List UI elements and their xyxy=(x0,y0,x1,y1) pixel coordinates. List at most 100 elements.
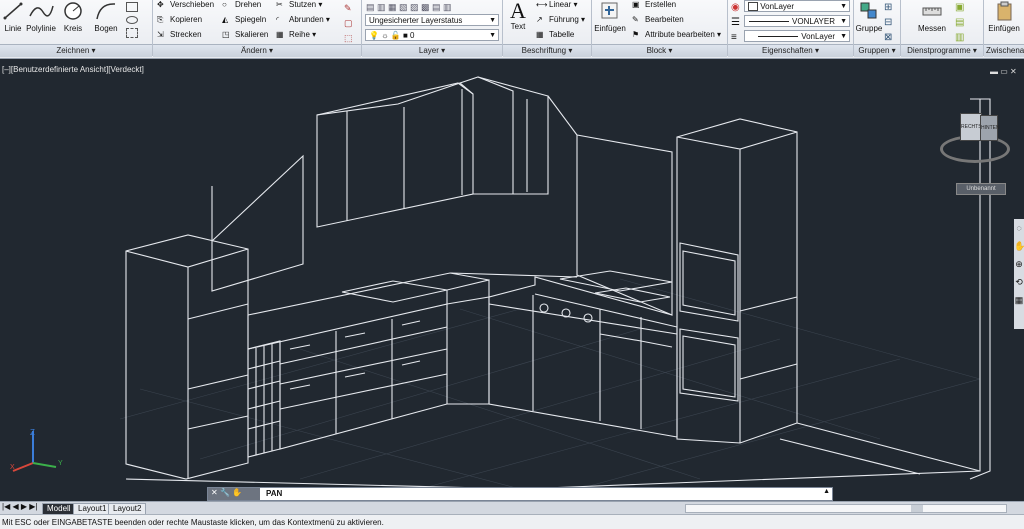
attribute-icon: ⚑ xyxy=(632,30,640,39)
insert-block-icon xyxy=(601,2,618,19)
edit-block-button[interactable]: ✎ Bearbeiten xyxy=(632,15,684,25)
wcs-menu[interactable]: Unbenannt xyxy=(956,183,1006,195)
linetype-icon: ☰ xyxy=(731,17,740,28)
circle-tool[interactable]: Kreis xyxy=(60,0,86,33)
move-button[interactable]: ✥ Verschieben xyxy=(157,0,214,10)
hand-icon: ✋ xyxy=(232,488,243,497)
viewcube[interactable]: RECHTS HINTEN xyxy=(938,109,1010,163)
text-tool[interactable]: A Text xyxy=(506,0,530,31)
copy-button[interactable]: ⎘ Kopieren xyxy=(157,15,202,25)
scrollbar-thumb[interactable] xyxy=(911,505,923,512)
polyline-icon xyxy=(29,5,54,17)
stretch-button[interactable]: ⇲ Strecken xyxy=(157,30,202,40)
group-draw[interactable]: Zeichnen ▾ xyxy=(0,44,152,57)
lineweight-dropdown[interactable]: VonLayer ▼ xyxy=(744,30,850,42)
chevron-up-icon[interactable]: ▲ xyxy=(823,488,830,495)
svg-text:Z: Z xyxy=(30,428,35,437)
leader-button[interactable]: ↗ Führung ▾ xyxy=(536,15,585,25)
draw-more-icons[interactable] xyxy=(126,2,146,42)
svg-text:Y: Y xyxy=(58,460,63,467)
fillet-button[interactable]: ◜ Abrunden ▾ xyxy=(276,15,330,25)
arc-tool[interactable]: Bogen xyxy=(92,0,120,33)
group-extra-icons[interactable]: ⊞ ⊟ ⊠ xyxy=(884,0,892,45)
arc-label: Bogen xyxy=(94,24,118,33)
create-block-button[interactable]: ▣ Erstellen xyxy=(632,0,676,10)
text-icon: A xyxy=(510,0,526,23)
linetype-dropdown[interactable]: VONLAYER ▼ xyxy=(744,15,850,27)
layout-tabs: |◀ ◀ ▶ ▶| Modell Layout1 Layout2 xyxy=(0,501,1024,515)
circle-icon xyxy=(64,2,82,20)
utility-extra-icons[interactable]: ▣ ▤ ▥ xyxy=(955,0,964,45)
edit-block-icon: ✎ xyxy=(632,15,639,24)
ribbon: Linie Polylinie Kreis Bogen Zeichnen ▾ ✥… xyxy=(0,0,1024,59)
sun-icon: ☼ xyxy=(381,31,389,40)
color-wheel-icon: ◉ xyxy=(731,2,740,13)
group-icon xyxy=(860,2,877,19)
horizontal-scrollbar[interactable] xyxy=(685,504,1007,513)
linear-dimension-icon: ⟷ xyxy=(536,0,548,9)
lineweight-icon: ≡ xyxy=(731,32,737,43)
floor-grid xyxy=(119,278,981,495)
trim-button[interactable]: ✂ Stutzen ▾ xyxy=(276,0,322,10)
array-icon: ▦ xyxy=(276,30,284,39)
svg-text:X: X xyxy=(10,464,15,471)
group-modify[interactable]: Ändern ▾ xyxy=(153,44,361,57)
property-icons: ◉ ☰ ≡ xyxy=(731,0,740,45)
lock-icon: 🔓 xyxy=(390,31,401,40)
copy-icon: ⎘ xyxy=(157,15,164,24)
edit-attributes-button[interactable]: ⚑ Attribute bearbeiten ▾ xyxy=(632,30,721,40)
clipboard-icon xyxy=(997,1,1012,21)
scale-button[interactable]: ◳ Skalieren xyxy=(222,30,268,40)
trim-icon: ✂ xyxy=(276,0,283,9)
group-utilities[interactable]: Dienstprogramme ▾ xyxy=(901,44,983,57)
layer-tool-icons[interactable]: ▤ ▥ ▦ ▧ ▨ ▩ ▤ ▥ xyxy=(366,2,452,13)
drawing-viewport[interactable]: [–][Benutzerdefinierte Ansicht][Verdeckt… xyxy=(0,59,1024,501)
measure-tool[interactable]: Messen xyxy=(915,0,949,33)
close-icon[interactable]: ✕ xyxy=(208,488,218,497)
polyline-label: Polylinie xyxy=(26,24,56,33)
color-dropdown[interactable]: VonLayer ▼ xyxy=(744,0,850,12)
group-block[interactable]: Block ▾ xyxy=(592,44,727,57)
polyline-tool[interactable]: Polylinie xyxy=(25,0,57,33)
navigation-bar[interactable]: ◌ ✋ ⊕ ⟲ ▦ xyxy=(1014,219,1024,329)
group-groups[interactable]: Gruppen ▾ xyxy=(854,44,900,57)
layer-state-dropdown[interactable]: Ungesicherter Layerstatus ▼ xyxy=(365,14,499,26)
modify-extra-icons[interactable]: ✎ ▢ ⬚ xyxy=(344,1,353,46)
viewport-window-controls[interactable]: ▬ ▭ ✕ xyxy=(990,67,1017,76)
nav-icons[interactable]: ◌ ✋ ⊕ ⟲ ▦ xyxy=(1014,219,1024,309)
circle-label: Kreis xyxy=(63,24,83,33)
viewcube-face-right[interactable]: RECHTS xyxy=(960,113,982,141)
ruler-icon xyxy=(922,7,942,16)
create-block-icon: ▣ xyxy=(632,0,640,9)
command-line-tools[interactable]: ✕ 🔧 ✋ xyxy=(208,488,260,500)
command-input[interactable]: PAN xyxy=(266,489,282,498)
rotate-icon: ○ xyxy=(222,0,227,9)
rotate-button[interactable]: ○ Drehen xyxy=(222,0,261,10)
wrench-icon[interactable]: 🔧 xyxy=(220,488,230,497)
chevron-down-icon: ▼ xyxy=(489,17,496,24)
line-tool[interactable]: Linie xyxy=(2,0,24,33)
group-tool[interactable]: Gruppe xyxy=(855,0,883,33)
viewcube-face-back[interactable]: HINTEN xyxy=(980,115,1000,141)
tab-nav-arrows[interactable]: |◀ ◀ ▶ ▶| xyxy=(2,502,37,511)
leader-icon: ↗ xyxy=(536,15,543,24)
chevron-down-icon: ▼ xyxy=(840,33,847,40)
chevron-down-icon: ▼ xyxy=(840,3,847,10)
table-button[interactable]: ▦ Tabelle xyxy=(536,30,574,40)
current-layer-dropdown[interactable]: 💡 ☼ 🔓 ■ 0 ▼ xyxy=(365,29,499,41)
group-annotation[interactable]: Beschriftung ▾ xyxy=(503,44,591,57)
kitchen-drawing xyxy=(119,76,991,495)
paste-tool[interactable]: Einfügen xyxy=(986,0,1022,33)
command-line[interactable]: ✕ 🔧 ✋ PAN ▲ xyxy=(207,487,833,501)
array-button[interactable]: ▦ Reihe ▾ xyxy=(276,30,316,40)
bulb-icon: 💡 xyxy=(369,31,379,40)
mirror-button[interactable]: ◭ Spiegeln xyxy=(222,15,266,25)
chevron-down-icon: ▼ xyxy=(489,32,496,39)
group-layer[interactable]: Layer ▾ xyxy=(362,44,502,57)
mirror-icon: ◭ xyxy=(222,15,229,24)
group-properties[interactable]: Eigenschaften ▾ xyxy=(728,44,853,57)
group-clipboard[interactable]: Zwischenabl xyxy=(984,44,1024,57)
linear-dim-button[interactable]: ⟷ Linear ▾ xyxy=(536,0,577,10)
fillet-icon: ◜ xyxy=(276,15,280,24)
insert-block-tool[interactable]: Einfügen xyxy=(594,0,626,33)
